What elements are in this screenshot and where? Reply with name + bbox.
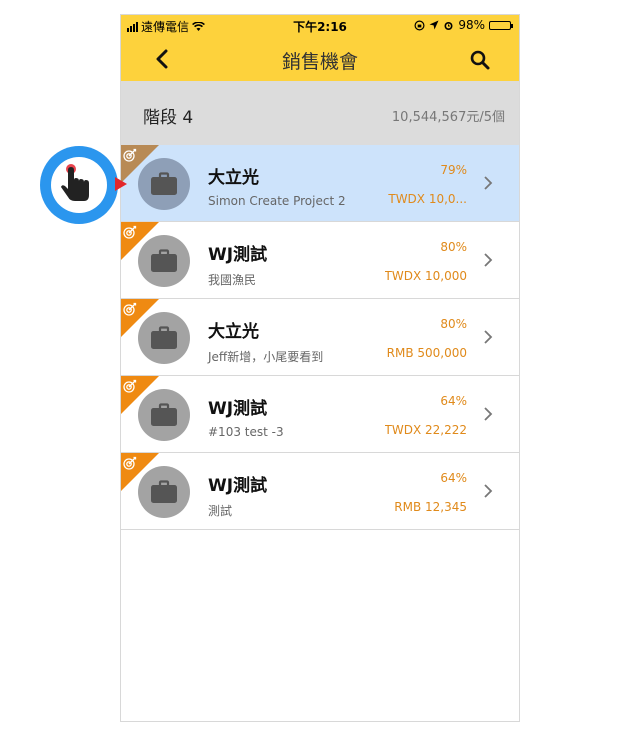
briefcase-avatar [138, 389, 190, 441]
stage-header: 階段 4 10,544,567元/5個 [121, 81, 519, 145]
location-icon [429, 20, 439, 30]
opportunity-amount: TWDX 10,000 [384, 269, 467, 283]
opportunity-subtitle: 測試 [208, 504, 233, 518]
chevron-right-icon [484, 484, 493, 498]
opportunity-name: WJ測試 [208, 476, 268, 496]
opportunity-amount: RMB 12,345 [394, 500, 467, 514]
chevron-right-icon [484, 253, 493, 267]
target-icon [123, 302, 137, 316]
page-title: 銷售機會 [281, 51, 358, 73]
battery-icon [489, 20, 513, 30]
opportunity-percent: 80% [440, 240, 467, 254]
opportunity-amount: TWDX 10,0... [388, 192, 467, 206]
rotation-lock-icon [414, 19, 425, 31]
battery-percent: 98% [458, 18, 485, 32]
briefcase-avatar [138, 158, 190, 210]
stage-title: 階段 4 [143, 108, 194, 128]
opportunity-row[interactable]: WJ測試 #103 test -3 64% TWDX 22,222 [121, 376, 519, 453]
briefcase-icon [151, 480, 177, 503]
phone-screen: 遠傳電信 下午2:16 98% 銷售機會 階段 4 10,544,567元/5個… [120, 14, 520, 722]
opportunity-percent: 80% [440, 317, 467, 331]
target-icon [123, 456, 137, 470]
stage-summary: 10,544,567元/5個 [391, 110, 505, 125]
opportunity-row[interactable]: 大立光 Simon Create Project 2 79% TWDX 10,0… [121, 145, 519, 222]
opportunity-subtitle: 我國漁民 [208, 273, 257, 287]
briefcase-icon [151, 326, 177, 349]
status-bar: 遠傳電信 下午2:16 98% [121, 15, 519, 37]
chevron-right-icon [484, 176, 493, 190]
tap-indicator [40, 146, 118, 224]
opportunity-amount: RMB 500,000 [386, 346, 467, 360]
alarm-icon [444, 21, 453, 30]
opportunity-percent: 64% [440, 394, 467, 408]
target-icon [123, 225, 137, 239]
opportunity-amount: TWDX 22,222 [384, 423, 467, 437]
search-icon[interactable] [469, 49, 491, 71]
opportunity-percent: 64% [440, 471, 467, 485]
opportunity-row[interactable]: WJ測試 我國漁民 80% TWDX 10,000 [121, 222, 519, 299]
tap-pointer-arrow [115, 177, 127, 191]
hand-pointer-icon [61, 164, 89, 201]
opportunity-row[interactable]: 大立光 Jeff新增，小尾要看到 80% RMB 500,000 [121, 299, 519, 376]
briefcase-icon [151, 403, 177, 426]
briefcase-icon [151, 249, 177, 272]
opportunity-name: WJ測試 [208, 245, 268, 265]
opportunity-row[interactable]: WJ測試 測試 64% RMB 12,345 [121, 453, 519, 530]
opportunity-list: 大立光 Simon Create Project 2 79% TWDX 10,0… [121, 145, 519, 530]
opportunity-name: WJ測試 [208, 399, 268, 419]
opportunity-subtitle: Simon Create Project 2 [208, 194, 346, 208]
target-icon [123, 148, 137, 162]
briefcase-avatar [138, 312, 190, 364]
briefcase-avatar [138, 466, 190, 518]
chevron-right-icon [484, 407, 493, 421]
opportunity-subtitle: Jeff新增，小尾要看到 [208, 350, 324, 364]
nav-bar: 銷售機會 [121, 37, 519, 81]
opportunity-subtitle: #103 test -3 [208, 425, 284, 439]
opportunity-name: 大立光 [208, 168, 259, 188]
chevron-right-icon [484, 330, 493, 344]
tap-indicator-inner [51, 157, 107, 213]
briefcase-icon [151, 172, 177, 195]
opportunity-name: 大立光 [208, 322, 259, 342]
opportunity-percent: 79% [440, 163, 467, 177]
briefcase-avatar [138, 235, 190, 287]
target-icon [123, 379, 137, 393]
status-right: 98% [414, 18, 513, 32]
